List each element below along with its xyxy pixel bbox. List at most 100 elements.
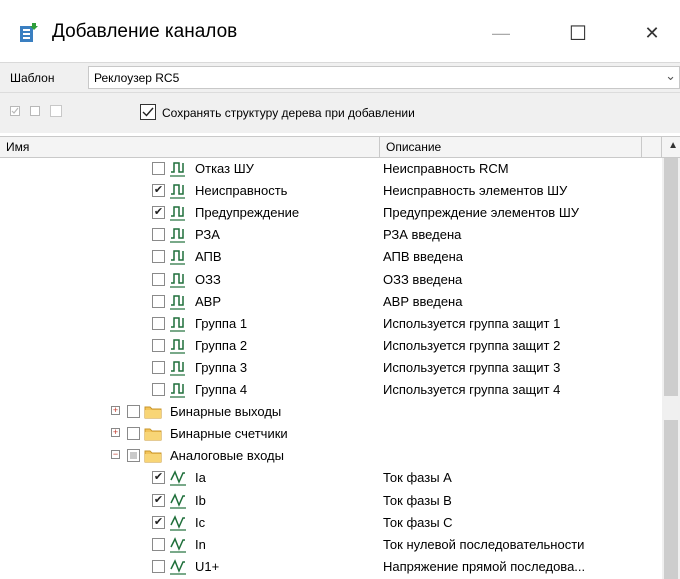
binary-signal-icon xyxy=(170,339,185,354)
tree-channel-row[interactable]: АВР АВР введена xyxy=(0,291,662,313)
row-checkbox[interactable] xyxy=(127,405,140,419)
row-description: Ток нулевой последовательности xyxy=(383,536,585,552)
tree-channel-row[interactable]: Неисправность Неисправность элементов ШУ xyxy=(0,180,662,202)
template-label: Шаблон xyxy=(10,71,55,85)
tree-channel-row[interactable]: Группа 4 Используется группа защит 4 xyxy=(0,379,662,401)
tree-channel-row[interactable]: Группа 1 Используется группа защит 1 xyxy=(0,313,662,335)
row-checkbox[interactable] xyxy=(152,493,165,507)
scroll-up-icon[interactable]: ▲ xyxy=(668,140,678,151)
row-checkbox[interactable] xyxy=(152,228,165,242)
row-name: ОЗЗ xyxy=(195,271,221,287)
tree-channel-row[interactable]: Группа 3 Используется группа защит 3 xyxy=(0,357,662,379)
keep-structure-checkbox[interactable] xyxy=(140,104,156,120)
tree-channel-row[interactable]: Группа 2 Используется группа защит 2 xyxy=(0,335,662,357)
window-title: Добавление каналов xyxy=(52,21,238,42)
expand-icon[interactable]: + xyxy=(111,406,120,416)
row-checkbox[interactable] xyxy=(152,250,165,264)
row-name: Группа 1 xyxy=(195,315,248,331)
maximize-button[interactable]: ☐ xyxy=(555,14,601,52)
row-name: Группа 4 xyxy=(195,382,248,397)
collapse-icon[interactable]: − xyxy=(111,450,120,460)
tree-folder-row[interactable]: + Бинарные выходы xyxy=(0,401,662,423)
row-name: Бинарные счетчики xyxy=(170,426,288,442)
row-description: Ток фазы A xyxy=(383,470,452,486)
row-checkbox[interactable] xyxy=(152,383,165,396)
minimize-icon: — xyxy=(492,22,510,43)
row-description: Используется группа защит 3 xyxy=(383,359,561,375)
row-checkbox[interactable] xyxy=(152,162,165,175)
tree-channel-row[interactable]: Отказ ШУ Неисправность RCM xyxy=(0,158,662,180)
tree-channel-row[interactable]: In Ток нулевой последовательности xyxy=(0,534,662,556)
tree-channel-row[interactable]: Ia Ток фазы A xyxy=(0,467,662,489)
row-description: Ток фазы C xyxy=(383,514,453,530)
binary-signal-icon xyxy=(170,361,185,376)
row-name: U1+ xyxy=(195,558,220,574)
column-divider xyxy=(661,137,662,158)
check-all-icon[interactable] xyxy=(10,106,20,116)
row-name: Ia xyxy=(195,470,206,486)
invert-selection-icon[interactable] xyxy=(50,105,62,117)
tree-folder-row[interactable]: − Аналоговые входы xyxy=(0,445,662,467)
tree-channel-row[interactable]: Предупреждение Предупреждение элементов Ш… xyxy=(0,202,662,224)
row-name: Группа 2 xyxy=(195,337,248,353)
column-header-name[interactable]: Имя xyxy=(6,140,29,154)
row-description: Используется группа защит 1 xyxy=(383,315,561,331)
template-select[interactable]: Реклоузер RC5 ⌄ xyxy=(88,66,680,89)
row-checkbox[interactable] xyxy=(152,537,165,551)
row-checkbox[interactable] xyxy=(152,360,165,374)
row-name: Предупреждение xyxy=(195,205,300,221)
tree-folder-row[interactable]: + Бинарные счетчики xyxy=(0,423,662,445)
grid-header: Имя Описание ▲ xyxy=(0,136,680,158)
tree-channel-row[interactable]: РЗА РЗА введена xyxy=(0,224,662,246)
folder-icon xyxy=(144,450,162,463)
tree-channel-row[interactable]: U1+ Напряжение прямой последова... xyxy=(0,556,662,578)
row-checkbox[interactable] xyxy=(152,272,165,286)
maximize-icon: ☐ xyxy=(569,22,587,45)
column-header-description[interactable]: Описание xyxy=(386,140,441,154)
row-checkbox[interactable] xyxy=(152,206,165,220)
analog-signal-icon xyxy=(170,536,186,553)
row-description: Используется группа защит 4 xyxy=(383,382,561,397)
analog-signal-icon xyxy=(170,514,186,531)
row-description: ОЗЗ введена xyxy=(383,271,463,287)
binary-signal-icon xyxy=(170,294,185,310)
row-description: Используется группа защит 2 xyxy=(383,337,561,353)
row-name: АПВ xyxy=(195,249,222,265)
scrollbar-track-lower[interactable] xyxy=(664,420,678,579)
row-name: АВР xyxy=(195,293,222,309)
row-name: РЗА xyxy=(195,227,220,243)
binary-signal-icon xyxy=(170,206,185,221)
uncheck-all-icon[interactable] xyxy=(30,106,40,116)
vertical-scrollbar[interactable] xyxy=(662,158,680,579)
scrollbar-thumb[interactable] xyxy=(664,158,678,396)
column-divider[interactable] xyxy=(379,137,380,158)
row-description: АПВ введена xyxy=(383,249,463,265)
expand-icon[interactable]: + xyxy=(111,428,120,438)
minimize-button[interactable]: — xyxy=(478,14,524,52)
row-checkbox[interactable] xyxy=(152,294,165,308)
column-divider[interactable] xyxy=(641,137,642,158)
keep-structure-label: Сохранять структуру дерева при добавлени… xyxy=(162,106,415,120)
row-checkbox[interactable] xyxy=(152,559,165,573)
row-checkbox[interactable] xyxy=(152,316,165,330)
channels-tree-grid: Имя Описание ▲ Отказ ШУ Неисправность RCM… xyxy=(0,136,680,579)
folder-icon xyxy=(144,428,162,441)
row-checkbox[interactable] xyxy=(152,184,165,198)
row-checkbox[interactable] xyxy=(152,515,165,529)
tree-channel-row[interactable]: Ic Ток фазы C xyxy=(0,512,662,534)
close-button[interactable]: ✕ xyxy=(629,14,675,52)
title-bar: Добавление каналов — ☐ ✕ xyxy=(0,0,680,62)
close-icon: ✕ xyxy=(644,22,660,43)
row-checkbox[interactable] xyxy=(127,427,140,441)
analog-signal-icon xyxy=(170,470,186,486)
tree-channel-row[interactable]: ОЗЗ ОЗЗ введена xyxy=(0,269,662,291)
tree-channel-row[interactable]: Ib Ток фазы B xyxy=(0,490,662,512)
row-checkbox[interactable] xyxy=(152,338,165,352)
chevron-down-icon: ⌄ xyxy=(665,68,676,83)
row-description: РЗА введена xyxy=(383,227,462,243)
row-checkbox[interactable] xyxy=(127,449,140,463)
template-row: Шаблон Реклоузер RC5 ⌄ xyxy=(0,62,680,93)
tree-channel-row[interactable]: АПВ АПВ введена xyxy=(0,246,662,268)
row-checkbox[interactable] xyxy=(152,471,165,485)
row-description: АВР введена xyxy=(383,293,463,309)
